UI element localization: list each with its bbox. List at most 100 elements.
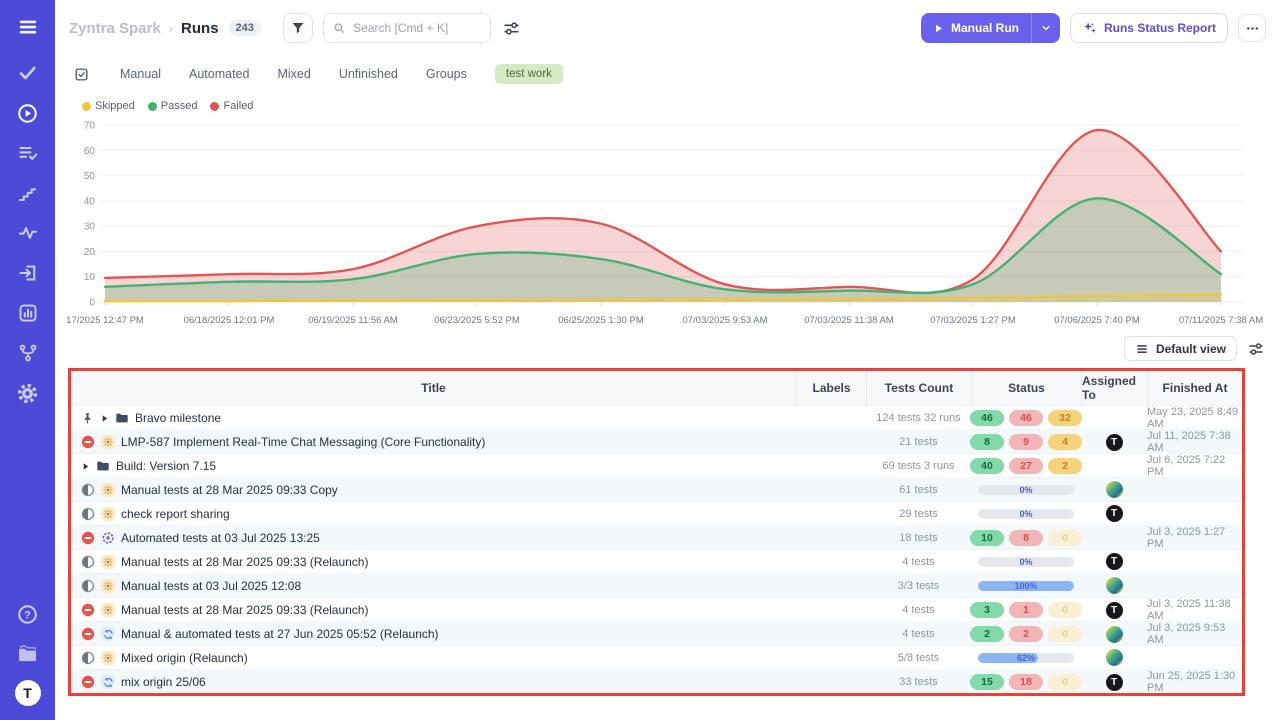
t-avatar[interactable]: T — [1106, 553, 1123, 570]
column-header-tests-count[interactable]: Tests Count — [866, 371, 971, 405]
manual-run-button[interactable]: Manual Run — [921, 13, 1060, 43]
sidebar-item-versions[interactable] — [14, 339, 42, 367]
stopped-icon — [81, 627, 95, 641]
tab-groups[interactable]: Groups — [426, 67, 467, 81]
table-row[interactable]: LMP-587 Implement Real-Time Chat Messagi… — [71, 429, 1242, 453]
search-input[interactable] — [351, 20, 481, 36]
search-settings-button[interactable] — [501, 20, 522, 37]
sliders-icon — [503, 20, 520, 37]
tab-automated[interactable]: Automated — [189, 67, 249, 81]
sidebar-item-reports[interactable] — [14, 299, 42, 327]
t-avatar[interactable]: T — [1106, 434, 1123, 451]
play-icon — [933, 23, 944, 34]
sidebar-item-runs[interactable] — [14, 99, 42, 127]
table-row[interactable]: Bravo milestone124 tests 32 runs464632Ma… — [71, 405, 1242, 429]
run-title[interactable]: LMP-587 Implement Real-Time Chat Messagi… — [121, 435, 485, 449]
menu-icon — [17, 16, 39, 38]
table-row[interactable]: Mixed origin (Relaunch) 5/8 tests 62% — [71, 645, 1242, 669]
run-title[interactable]: Automated tests at 03 Jul 2025 13:25 — [121, 531, 320, 545]
sidebar-item-settings[interactable] — [14, 379, 42, 407]
user-avatar[interactable]: T — [15, 680, 41, 706]
table-row[interactable]: Manual tests at 28 Mar 2025 09:33 (Relau… — [71, 597, 1242, 621]
sidebar-item-projects[interactable] — [14, 640, 42, 668]
run-title[interactable]: check report sharing — [121, 507, 230, 521]
run-title[interactable]: Manual tests at 03 Jul 2025 12:08 — [121, 579, 301, 593]
passed-count-badge: 8 — [970, 434, 1004, 450]
progress-label: 0% — [978, 485, 1074, 495]
tests-count-cell: 4 tests — [866, 556, 971, 568]
default-view-button[interactable]: Default view — [1124, 336, 1237, 361]
run-title[interactable]: Build: Version 7.15 — [116, 459, 216, 473]
photo-avatar[interactable] — [1106, 481, 1123, 498]
svg-text:06/25/2025 1:30 PM: 06/25/2025 1:30 PM — [558, 315, 644, 326]
stopped-icon — [81, 675, 95, 689]
table-row[interactable]: Manual tests at 28 Mar 2025 09:33 (Relau… — [71, 549, 1242, 573]
column-header-finished-at[interactable]: Finished At — [1147, 371, 1242, 405]
manual-run-label: Manual Run — [951, 21, 1019, 35]
sidebar-item-menu[interactable] — [14, 13, 42, 41]
automated-run-icon — [101, 531, 115, 545]
photo-avatar[interactable] — [1106, 626, 1123, 643]
progress-label: 62% — [978, 653, 1074, 663]
select-runs-button[interactable] — [71, 66, 92, 83]
table-row[interactable]: Manual tests at 28 Mar 2025 09:33 Copy 61… — [71, 477, 1242, 501]
legend-passed[interactable]: Passed — [148, 100, 198, 112]
status-cell: 1080 — [971, 530, 1081, 546]
run-title[interactable]: Manual & automated tests at 27 Jun 2025 … — [121, 627, 439, 641]
column-settings-button[interactable] — [1246, 341, 1266, 357]
tests-count-cell: 61 tests — [866, 484, 971, 496]
manual-run-icon — [101, 579, 115, 593]
search-box[interactable] — [323, 13, 491, 43]
passed-count-badge: 46 — [970, 410, 1004, 426]
run-title[interactable]: Manual tests at 28 Mar 2025 09:33 (Relau… — [121, 603, 368, 617]
sidebar-item-milestones[interactable] — [14, 179, 42, 207]
breadcrumb-project[interactable]: Zyntra Spark — [69, 20, 161, 37]
t-avatar[interactable]: T — [1106, 602, 1123, 619]
reports-icon — [18, 303, 38, 323]
sidebar-item-defects[interactable] — [14, 219, 42, 247]
table-row[interactable]: Manual & automated tests at 27 Jun 2025 … — [71, 621, 1242, 645]
t-avatar[interactable]: T — [1106, 505, 1123, 522]
column-header-status[interactable]: Status — [971, 371, 1081, 405]
default-view-label: Default view — [1156, 342, 1226, 356]
sidebar-item-test-plans[interactable] — [14, 139, 42, 167]
manual-run-icon — [101, 651, 115, 665]
skipped-count-badge: 0 — [1048, 530, 1082, 546]
run-title[interactable]: mix origin 25/06 — [121, 675, 206, 689]
column-header-assigned-to[interactable]: Assigned To — [1081, 371, 1147, 405]
in-progress-icon — [81, 507, 95, 521]
table-row[interactable]: mix origin 25/0633 tests15180TJun 25, 20… — [71, 669, 1242, 693]
t-avatar[interactable]: T — [1106, 674, 1123, 691]
sidebar-item-requirements[interactable] — [14, 259, 42, 287]
table-row[interactable]: check report sharing29 tests0%T — [71, 501, 1242, 525]
table-row[interactable]: Manual tests at 03 Jul 2025 12:083/3 tes… — [71, 573, 1242, 597]
legend-dot — [82, 102, 91, 111]
tab-manual[interactable]: Manual — [120, 67, 161, 81]
legend-failed[interactable]: Failed — [210, 100, 253, 112]
run-title[interactable]: Manual tests at 28 Mar 2025 09:33 Copy — [121, 483, 338, 497]
filter-button[interactable] — [283, 13, 313, 43]
legend-skipped[interactable]: Skipped — [82, 100, 135, 112]
run-title[interactable]: Bravo milestone — [135, 411, 221, 425]
table-row[interactable]: Build: Version 7.1569 tests 3 runs40272J… — [71, 453, 1242, 477]
column-header-labels[interactable]: Labels — [796, 371, 866, 405]
photo-avatar[interactable] — [1106, 649, 1123, 666]
more-actions-button[interactable] — [1238, 14, 1266, 42]
run-title[interactable]: Manual tests at 28 Mar 2025 09:33 (Relau… — [121, 555, 368, 569]
table-row[interactable]: Automated tests at 03 Jul 2025 13:2518 t… — [71, 525, 1242, 549]
sidebar-item-help[interactable]: ? — [14, 600, 42, 628]
caret-icon[interactable] — [100, 414, 109, 423]
manual-run-dropdown[interactable] — [1031, 13, 1060, 43]
tab-mixed[interactable]: Mixed — [277, 67, 310, 81]
photo-avatar[interactable] — [1106, 577, 1123, 594]
tab-unfinished[interactable]: Unfinished — [339, 67, 398, 81]
tests-count-cell: 5/8 tests — [866, 652, 971, 664]
column-header-title[interactable]: Title — [71, 371, 796, 405]
runs-area-chart: 01020304050607017/2025 12:47 PM06/18/202… — [69, 116, 1246, 334]
run-title[interactable]: Mixed origin (Relaunch) — [121, 651, 248, 665]
runs-status-report-button[interactable]: Runs Status Report — [1070, 13, 1228, 43]
tag-test-work[interactable]: test work — [495, 64, 563, 84]
sidebar-item-test-cases[interactable] — [14, 59, 42, 87]
finished-at-cell: Jul 3, 2025 1:27 PM — [1147, 526, 1242, 550]
caret-icon[interactable] — [81, 462, 90, 471]
